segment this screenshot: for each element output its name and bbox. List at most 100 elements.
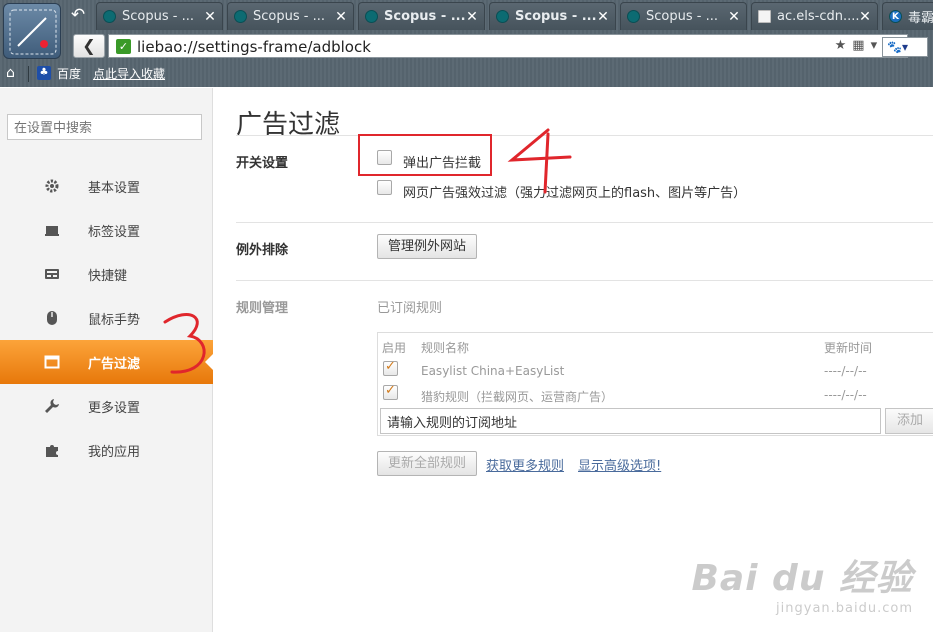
import-bookmarks-link[interactable]: 点此导入收藏 <box>93 65 165 82</box>
paw-icon: 🐾 <box>887 40 902 54</box>
close-icon[interactable]: ✕ <box>335 9 347 25</box>
wrench-icon <box>45 399 59 413</box>
rule-updated: ----/--/-- <box>824 388 867 402</box>
exception-section-label: 例外排除 <box>236 243 289 258</box>
column-enabled: 启用 <box>382 341 407 355</box>
scopus-icon <box>627 10 640 23</box>
sidebar-item-apps[interactable]: 我的应用 <box>0 428 213 472</box>
scopus-icon <box>365 10 378 23</box>
divider <box>236 222 933 223</box>
bookmark-baidu[interactable]: 百度 <box>57 65 81 82</box>
address-row: ❮ ✓ liebao://settings-frame/adblock ★ ▦ … <box>66 32 933 60</box>
browser-logo[interactable] <box>3 3 61 59</box>
sidebar-item-label: 更多设置 <box>88 400 141 416</box>
sidebar-item-label: 鼠标手势 <box>88 312 141 328</box>
watermark-url: jingyan.baidu.com <box>776 601 913 616</box>
sidebar-item-label: 基本设置 <box>88 180 141 196</box>
close-icon[interactable]: ✕ <box>597 9 609 25</box>
tab[interactable]: Scopus - ... ✕ <box>620 2 747 30</box>
column-name: 规则名称 <box>421 341 470 355</box>
close-icon[interactable]: ✕ <box>204 9 216 25</box>
document-icon <box>758 10 771 23</box>
watermark-brand: Bai du 经验 <box>691 558 913 599</box>
manage-exceptions-button[interactable]: 管理例外网站 <box>377 234 478 259</box>
dropdown-icon[interactable]: ▾ <box>871 38 878 54</box>
close-icon[interactable]: ✕ <box>859 9 871 25</box>
divider <box>236 135 933 136</box>
mouse-icon <box>47 311 57 325</box>
tab[interactable]: Scopus - ... ✕ <box>358 2 485 30</box>
column-updated: 更新时间 <box>824 341 873 355</box>
tab-title: 毒霸 <box>908 11 933 26</box>
baidu-search-engine-button[interactable]: 🐾▾ <box>882 37 928 57</box>
tab-title: Scopus - ... <box>253 9 325 24</box>
secure-check-icon: ✓ <box>116 39 131 54</box>
sidebar-item-mouse-gestures[interactable]: 鼠标手势 <box>0 296 213 340</box>
highlight-box <box>358 134 492 176</box>
close-icon[interactable]: ✕ <box>466 9 478 25</box>
switch-section-label: 开关设置 <box>236 156 289 171</box>
rule-enabled-checkbox[interactable] <box>383 383 398 400</box>
settings-menu: 基本设置 标签设置 快捷键 鼠标手势 广告过滤 更多设置 我的应用 <box>0 164 213 472</box>
tab[interactable]: Scopus - ... ✕ <box>96 2 223 30</box>
divider <box>28 66 29 82</box>
browser-chrome: ↶ Scopus - ... ✕ Scopus - ... ✕ Scopus -… <box>0 0 933 87</box>
scopus-icon <box>103 10 116 23</box>
scopus-icon <box>496 10 509 23</box>
gear-icon <box>45 179 59 193</box>
keyboard-icon <box>45 269 59 279</box>
sidebar-item-more[interactable]: 更多设置 <box>0 384 213 428</box>
strong-filter-label: 网页广告强效过滤（强力过滤网页上的flash、图片等广告） <box>403 186 747 201</box>
home-icon[interactable]: ⌂ <box>6 65 15 81</box>
sidebar-item-shortcuts[interactable]: 快捷键 <box>0 252 213 296</box>
show-advanced-link[interactable]: 显示高级选项! <box>578 455 661 474</box>
puzzle-icon <box>46 445 58 457</box>
sidebar-item-tabs[interactable]: 标签设置 <box>0 208 213 252</box>
tab-title: Scopus - ... <box>646 9 718 24</box>
strong-filter-checkbox[interactable] <box>377 180 392 195</box>
rule-enabled-checkbox[interactable] <box>383 359 398 376</box>
rule-name: 猎豹规则（拦截网页、运营商广告） <box>421 390 614 404</box>
sidebar-item-adblock[interactable]: 广告过滤 <box>0 340 213 384</box>
baidu-jingyan-watermark: Bai du 经验 jingyan.baidu.com <box>691 549 913 616</box>
tab-icon <box>45 226 59 236</box>
logo-icon <box>9 9 57 55</box>
rule-name: Easylist China+EasyList <box>421 364 565 378</box>
bookmarks-bar: ⌂ ♣ 百度 点此导入收藏 <box>0 62 933 86</box>
subscribed-rules-heading: 已订阅规则 <box>377 301 443 316</box>
sidebar-item-basic[interactable]: 基本设置 <box>0 164 213 208</box>
tab-title: Scopus - ... <box>122 9 194 24</box>
k-logo-icon: K <box>889 10 902 23</box>
settings-sidebar: 基本设置 标签设置 快捷键 鼠标手势 广告过滤 更多设置 我的应用 <box>0 88 213 632</box>
sidebar-item-label: 广告过滤 <box>88 356 141 372</box>
update-all-rules-button[interactable]: 更新全部规则 <box>377 451 478 476</box>
sidebar-item-label: 我的应用 <box>88 444 141 460</box>
star-icon[interactable]: ★ <box>835 38 847 54</box>
tab-strip: Scopus - ... ✕ Scopus - ... ✕ Scopus - .… <box>96 2 933 32</box>
scopus-icon <box>234 10 247 23</box>
tab[interactable]: Scopus - ... ✕ <box>227 2 354 30</box>
close-icon[interactable]: ✕ <box>728 9 740 25</box>
back-button[interactable]: ❮ <box>73 34 105 58</box>
address-bar[interactable]: ✓ liebao://settings-frame/adblock ★ ▦ ▾ … <box>108 34 908 58</box>
divider <box>236 280 933 281</box>
rule-updated: ----/--/-- <box>824 364 867 378</box>
undo-close-tab-icon[interactable]: ↶ <box>68 5 88 25</box>
tab-title: Scopus - ... <box>384 9 466 24</box>
settings-search-input[interactable] <box>7 114 202 140</box>
url-text: liebao://settings-frame/adblock <box>137 38 371 56</box>
tab[interactable]: Scopus - ... ✕ <box>489 2 616 30</box>
tab[interactable]: ac.els-cdn.... ✕ <box>751 2 878 30</box>
tab-title: Scopus - ... <box>515 9 597 24</box>
subscription-url-input[interactable] <box>380 408 881 434</box>
sidebar-item-label: 标签设置 <box>88 224 141 240</box>
rules-section-label: 规则管理 <box>236 301 289 316</box>
window-icon <box>44 355 60 369</box>
add-rule-button[interactable]: 添加 <box>885 408 933 434</box>
tab-title: ac.els-cdn.... <box>777 9 859 24</box>
qr-code-icon[interactable]: ▦ <box>852 38 864 54</box>
baidu-paw-icon: ♣ <box>37 66 51 80</box>
get-more-rules-link[interactable]: 获取更多规则 <box>486 455 564 474</box>
sidebar-item-label: 快捷键 <box>88 268 128 284</box>
tab[interactable]: K 毒霸 <box>882 2 933 30</box>
